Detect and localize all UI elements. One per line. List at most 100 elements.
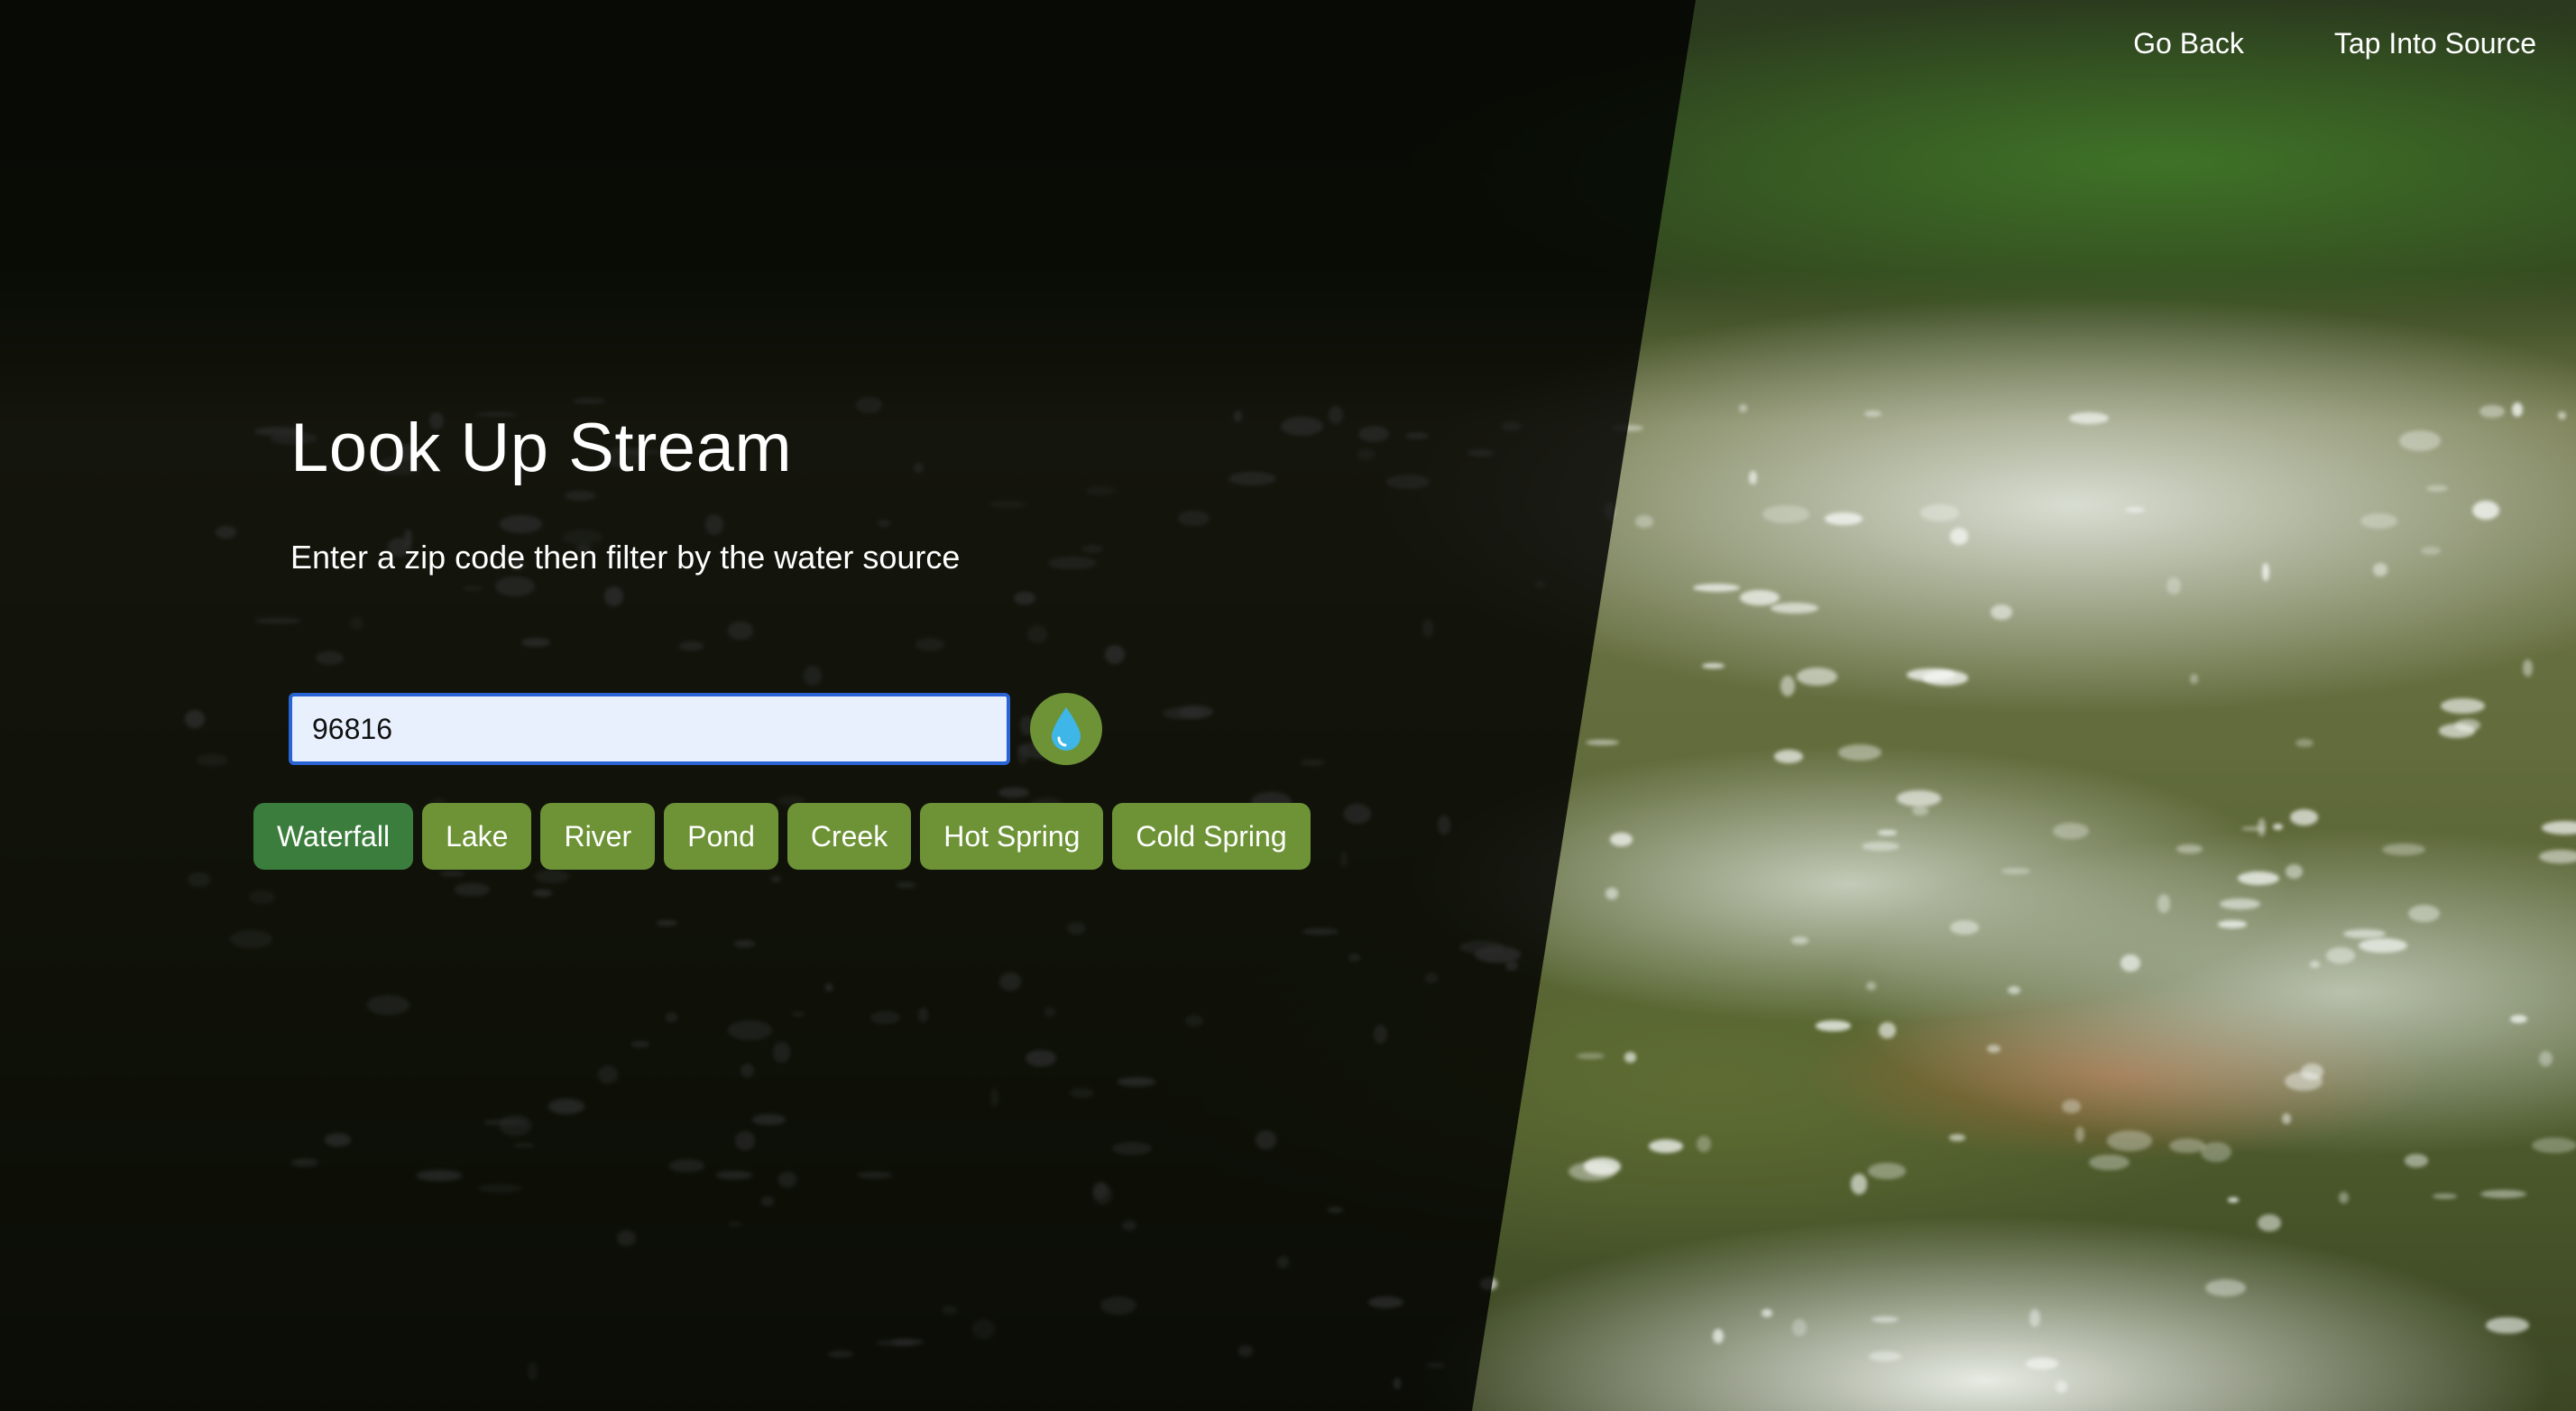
water-sparkle bbox=[1635, 515, 1653, 528]
water-sparkle bbox=[2398, 430, 2442, 451]
zip-code-input[interactable] bbox=[289, 693, 1010, 765]
water-sparkle bbox=[1774, 749, 1804, 763]
water-sparkle bbox=[2062, 1099, 2081, 1114]
water-sparkle bbox=[1712, 1329, 1724, 1344]
water-sparkle bbox=[2106, 1130, 2153, 1151]
water-sparkle bbox=[2539, 849, 2576, 864]
water-sparkle bbox=[1577, 1053, 1605, 1059]
water-sparkle bbox=[1878, 830, 1897, 835]
water-sparkle bbox=[1791, 1319, 1808, 1336]
water-sparkle bbox=[1919, 504, 1960, 522]
water-sparkle bbox=[1911, 805, 1928, 816]
water-sparkle bbox=[1879, 1021, 1896, 1039]
water-sparkle bbox=[2295, 738, 2314, 748]
water-sparkle bbox=[2169, 1138, 2205, 1153]
hero-section: Look Up Stream Enter a zip code then fil… bbox=[290, 410, 1373, 576]
go-back-link[interactable]: Go Back bbox=[2133, 27, 2244, 60]
top-nav: Go Back Tap Into Source bbox=[2133, 27, 2536, 60]
water-sparkle bbox=[2326, 946, 2355, 964]
water-sparkle bbox=[1868, 1351, 1901, 1361]
water-sparkle bbox=[2055, 1380, 2068, 1393]
water-sparkle bbox=[2262, 562, 2270, 582]
page-subtitle: Enter a zip code then filter by the wate… bbox=[290, 538, 961, 576]
water-sparkle bbox=[2372, 563, 2388, 576]
water-sparkle bbox=[1949, 920, 1980, 935]
water-sparkle bbox=[2338, 1191, 2349, 1204]
water-sparkle bbox=[2089, 1154, 2130, 1171]
water-sparkle bbox=[2538, 1050, 2553, 1066]
water-sparkle bbox=[2309, 961, 2321, 969]
water-sparkle bbox=[2510, 1014, 2528, 1024]
water-sparkle bbox=[2289, 809, 2318, 825]
filter-hot-spring-button[interactable]: Hot Spring bbox=[920, 803, 1104, 870]
water-sparkle bbox=[1871, 1315, 1899, 1323]
water-sparkle bbox=[2205, 1278, 2247, 1296]
water-sparkle bbox=[2281, 1113, 2291, 1124]
filter-cold-spring-button[interactable]: Cold Spring bbox=[1112, 803, 1311, 870]
water-sparkle bbox=[2167, 576, 2181, 595]
page-title: Look Up Stream bbox=[290, 410, 793, 486]
water-sparkle bbox=[2238, 871, 2279, 885]
water-sparkle bbox=[2190, 674, 2199, 685]
tap-into-source-link[interactable]: Tap Into Source bbox=[2334, 27, 2536, 60]
zip-search-row bbox=[289, 693, 1102, 765]
water-sparkle bbox=[1770, 603, 1818, 614]
water-sparkle bbox=[2240, 825, 2265, 831]
filter-lake-button[interactable]: Lake bbox=[422, 803, 532, 870]
water-sparkle bbox=[1948, 1134, 1965, 1141]
filter-creek-button[interactable]: Creek bbox=[787, 803, 912, 870]
water-sparkle bbox=[2441, 697, 2485, 714]
water-sparkle bbox=[2421, 546, 2442, 555]
water-sparkle bbox=[2121, 954, 2140, 973]
water-sparkle bbox=[2408, 905, 2441, 923]
water-sparkle bbox=[2425, 485, 2449, 492]
water-sparkle bbox=[1610, 833, 1633, 847]
water-sparkle bbox=[2025, 1357, 2059, 1370]
water-sparkle bbox=[2075, 1127, 2084, 1142]
water-sparkle bbox=[2558, 410, 2567, 420]
water-sparkle bbox=[1692, 584, 1741, 593]
water-source-filters: Waterfall Lake River Pond Creek Hot Spri… bbox=[253, 803, 1311, 870]
water-sparkle bbox=[2157, 893, 2170, 913]
water-sparkle bbox=[1991, 604, 2013, 621]
water-sparkle bbox=[1862, 841, 1900, 852]
water-sparkle bbox=[2124, 507, 2145, 513]
water-sparkle bbox=[2541, 820, 2576, 835]
water-sparkle bbox=[2486, 1316, 2530, 1333]
water-sparkle bbox=[1837, 744, 1882, 761]
water-sparkle bbox=[2001, 868, 2030, 874]
water-sparkle bbox=[1738, 404, 1747, 412]
water-sparkle bbox=[1780, 675, 1795, 696]
water-sparkle bbox=[1761, 1308, 1773, 1317]
filter-river-button[interactable]: River bbox=[540, 803, 656, 870]
water-sparkle bbox=[2227, 1197, 2239, 1203]
water-sparkle bbox=[2218, 920, 2247, 929]
water-sparkle bbox=[1605, 888, 1618, 899]
water-sparkle bbox=[2381, 843, 2425, 855]
water-sparkle bbox=[1749, 470, 1757, 485]
water-sparkle bbox=[1702, 662, 1725, 669]
filter-waterfall-button[interactable]: Waterfall bbox=[253, 803, 414, 870]
water-sparkle bbox=[1586, 739, 1620, 746]
water-sparkle bbox=[1825, 512, 1863, 525]
filter-pond-button[interactable]: Pond bbox=[664, 803, 778, 870]
water-sparkle bbox=[2360, 512, 2398, 530]
water-sparkle bbox=[1584, 1157, 1621, 1176]
water-sparkle bbox=[1816, 1020, 1852, 1031]
water-sparkle bbox=[2008, 985, 2021, 995]
water-sparkle bbox=[1907, 668, 1955, 681]
water-sparkle bbox=[2220, 898, 2260, 910]
water-sparkle bbox=[2200, 1142, 2231, 1162]
water-sparkle bbox=[1739, 589, 1780, 606]
water-sparkle bbox=[1864, 410, 1882, 417]
water-sparkle bbox=[1949, 528, 1969, 545]
water-sparkle bbox=[1624, 1052, 1636, 1063]
water-sparkle bbox=[2069, 412, 2109, 424]
water-sparkle bbox=[1790, 936, 1808, 945]
search-submit-button[interactable] bbox=[1030, 693, 1102, 765]
water-sparkle bbox=[2404, 1154, 2429, 1168]
water-sparkle bbox=[1696, 1135, 1711, 1152]
water-sparkle bbox=[1866, 981, 1877, 991]
water-sparkle bbox=[2258, 1213, 2281, 1231]
water-sparkle bbox=[1796, 668, 1837, 686]
